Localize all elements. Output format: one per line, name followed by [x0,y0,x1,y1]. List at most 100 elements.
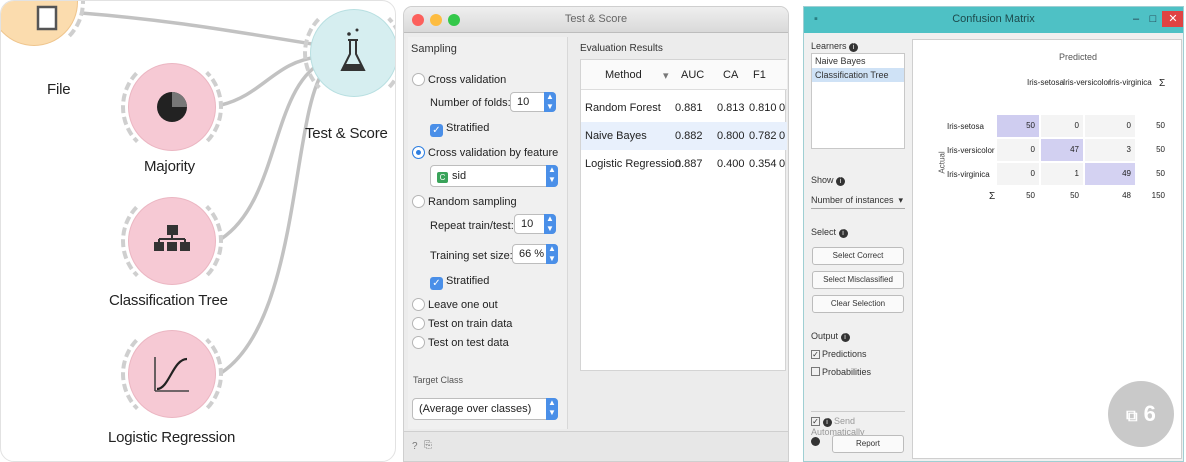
radio-selected-icon [412,146,425,159]
help-icon[interactable]: ? [412,441,418,452]
report-button[interactable]: Report [832,435,904,453]
repeat-spinbox[interactable]: 10 ▲ ▼ [514,214,556,234]
folds-label: Number of folds: [430,97,511,109]
info-icon: i [840,333,850,342]
col-method[interactable]: Method [605,69,642,81]
matrix-cell[interactable]: 47 [1041,139,1083,161]
report-icon[interactable]: ⎘ [424,440,432,451]
stratified2-checkbox[interactable]: ✓ Stratified [430,275,489,290]
test-train-radio[interactable]: Test on train data [412,317,512,330]
matrix-cell[interactable]: 1 [1041,163,1083,185]
info-icon: i [836,177,846,186]
matrix-cell[interactable]: 49 [1085,163,1135,185]
sampling-panel: Sampling Cross validation Number of fold… [408,37,568,429]
leave-one-out-radio[interactable]: Leave one out [412,298,498,311]
copy-icon: ⧉ [1126,408,1138,425]
table-header: Method ▾ AUC CA F1 [581,60,787,90]
learners-list[interactable]: Naive Bayes Classification Tree [811,53,905,149]
results-panel: Evaluation Results Method ▾ AUC CA F1 Ra… [574,37,787,429]
target-class-title: Target Class [413,375,464,385]
repeat-label: Repeat train/test: [430,220,514,232]
radio-icon [412,195,425,208]
file-widget[interactable] [1,1,77,45]
test-test-radio[interactable]: Test on test data [412,336,509,349]
select-correct-button[interactable]: Select Correct [812,247,904,265]
learners-title: Learners i [811,41,859,52]
check-icon: ✓ [811,350,820,359]
random-sampling-radio[interactable]: Random sampling [412,195,517,208]
combo-arrow-icon: ▲ ▼ [546,398,558,420]
matrix-cell[interactable]: 0 [997,139,1039,161]
results-table[interactable]: Method ▾ AUC CA F1 Random Forest 0.881 0… [580,59,787,371]
row-header: Iris-versicolor [947,146,995,155]
matrix-cell[interactable]: 0 [997,163,1039,185]
flask-icon [340,28,366,71]
spin-arrows-icon[interactable]: ▲ ▼ [546,244,558,264]
list-item[interactable]: Naive Bayes [812,54,904,68]
status-bar: ? ⎘ [404,431,788,461]
window-title: Confusion Matrix [952,13,1035,25]
select-title: Select i [811,227,848,238]
row-header: Iris-virginica [947,170,990,179]
col-total: 50 [1026,191,1035,200]
show-title: Show i [811,175,846,186]
radio-icon [412,298,425,311]
workflow-canvas[interactable]: File Majority Classification Tree Logist… [0,0,396,462]
results-title: Evaluation Results [580,43,663,54]
send-automatically-row[interactable]: ✓ i Send Automatically [811,411,905,437]
maximize-icon[interactable]: □ [1145,11,1161,27]
file-label: File [47,81,71,98]
spin-arrows-icon[interactable]: ▲ ▼ [544,92,556,112]
train-size-spinbox[interactable]: 66 % ▲ ▼ [512,244,558,264]
col-ca[interactable]: CA [723,69,738,81]
target-class-combo[interactable]: (Average over classes) ▲ ▼ [412,398,558,420]
classification-tree-widget[interactable] [129,198,215,284]
predictions-checkbox[interactable]: ✓ Predictions [811,349,867,359]
col-f1[interactable]: F1 [753,69,766,81]
sort-icon: ▾ [663,70,669,82]
minimize-icon[interactable]: – [1128,11,1144,27]
cv-by-feature-radio[interactable]: Cross validation by feature [412,146,558,159]
stratified-checkbox[interactable]: ✓ Stratified [430,122,489,137]
row-header: Iris-setosa [947,122,984,131]
link-file-ts-2 [81,19,319,49]
logistic-regression-label: Logistic Regression [108,429,236,446]
predicted-label: Predicted [1059,52,1098,62]
test-score-window: Test & Score Sampling Cross validation N… [403,6,789,462]
table-row[interactable]: Random Forest 0.881 0.813 0.810 0 [581,94,787,122]
clear-selection-button[interactable]: Clear Selection [812,295,904,313]
show-combo[interactable]: Number of instances ▾ [811,191,905,209]
check-icon: ✓ [430,124,443,137]
majority-widget[interactable] [129,64,215,150]
feature-combo[interactable]: Csid ▲ ▼ [430,165,558,187]
output-title: Output i [811,331,850,342]
close-icon[interactable]: ✕ [1162,11,1183,27]
list-item-selected[interactable]: Classification Tree [812,68,904,82]
classification-tree-label: Classification Tree [109,292,228,309]
logistic-regression-widget[interactable] [129,331,215,417]
folds-spinbox[interactable]: 10 ▲ ▼ [510,92,556,112]
col-auc[interactable]: AUC [681,69,704,81]
file-icon [36,5,58,31]
link-tree-ts [220,61,322,241]
train-size-label: Training set size: [430,250,513,262]
table-row[interactable]: Logistic Regression 0.887 0.400 0.354 0 [581,150,787,178]
test-score-widget[interactable] [311,10,395,96]
matrix-cell[interactable]: 50 [997,115,1039,137]
col-total: 50 [1070,191,1079,200]
report-icon [811,437,820,446]
spin-arrows-icon[interactable]: ▲ ▼ [544,214,556,234]
table-row[interactable]: Naive Bayes 0.882 0.800 0.782 0 [581,122,787,150]
col-header: Iris-versicolor [1063,78,1111,87]
col-header: Iris-setosa [1027,78,1064,87]
matrix-cell[interactable]: 0 [1041,115,1083,137]
col-header: Iris-virginica [1109,78,1152,87]
report-row[interactable] [811,437,820,448]
probabilities-checkbox[interactable]: Probabilities [811,367,871,377]
cross-validation-radio[interactable]: Cross validation [412,73,506,86]
select-misclassified-button[interactable]: Select Misclassified [812,271,904,289]
info-icon: i [849,43,859,52]
col-total: 150 [1151,191,1165,200]
matrix-cell[interactable]: 3 [1085,139,1135,161]
matrix-cell[interactable]: 0 [1085,115,1135,137]
